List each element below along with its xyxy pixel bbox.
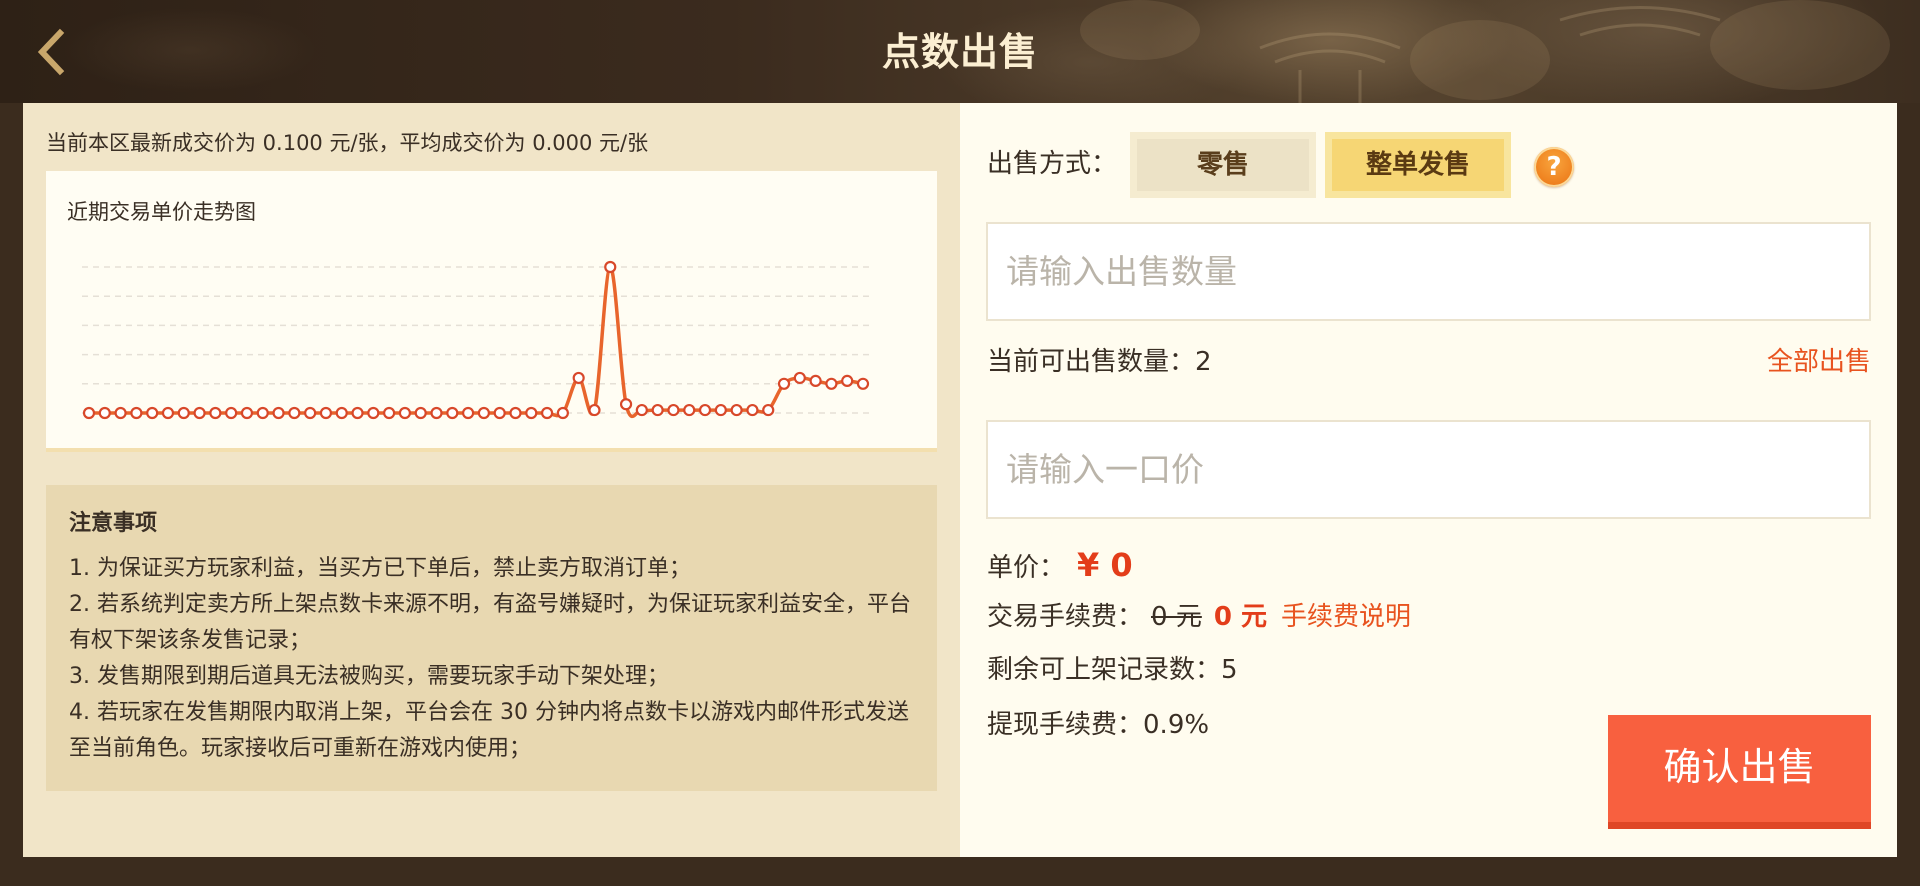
chart-point [146,406,159,420]
chart-point [651,403,664,417]
chart-point [82,406,96,420]
chart-title: 近期交易单价走势图 [67,200,256,224]
chart-point [619,398,633,411]
chart-point [161,406,175,420]
chart-point [746,403,759,417]
retail-method-button[interactable]: 零售 [1130,132,1316,198]
page-title: 点数出售 [881,30,1038,74]
remaining-listings-label: 剩余可上架记录数： [987,655,1222,685]
chart-point [430,406,443,420]
chart-point [193,406,206,420]
bulk-sell-method-button[interactable]: 整单发售 [1325,132,1511,198]
trade-fee-label: 交易手续费： [987,602,1144,632]
chart-point [730,403,743,417]
price-trend-chart: 近期交易单价走势图 [46,171,937,452]
chart-point [256,406,269,420]
unit-price-value: ¥ 0 [1077,546,1133,584]
quantity-input[interactable] [986,222,1871,321]
notice-box: 注意事项 1. 为保证买方玩家利益，当买方已下单后，禁止卖方取消订单； 2. 若… [46,485,937,791]
available-quantity-row: 当前可出售数量：2 [987,342,1212,382]
notice-item: 4. 若玩家在发售期限内取消上架，平台会在 30 分钟内将点数卡以游戏内邮件形式… [69,700,909,761]
chart-point [288,406,301,420]
notice-title: 注意事项 [69,511,158,536]
chart-point [177,406,190,420]
chart-point [777,377,791,390]
chart-point [114,406,127,420]
chart-point [319,406,333,420]
remaining-listings-value: 5 [1221,655,1238,685]
trade-fee-row: 交易手续费： 0 元0 元手续费说明 [987,597,1411,637]
chart-point [556,406,569,420]
chart-point [130,406,143,420]
available-quantity-label: 当前可出售数量： [987,347,1196,377]
chart-point [588,403,601,417]
chart-point [351,406,364,420]
chart-point [446,406,459,420]
chart-point [240,406,254,420]
chart-line [88,265,864,419]
chart-point [335,406,348,420]
chart-point [793,371,806,385]
chart-point [604,260,617,274]
confirm-sell-button[interactable]: 确认出售 [1608,715,1871,829]
sell-form-panel: 出售方式： 零售 整单发售 当前可出售数量：2 全部出售 单价： ¥ 0 交易手续… [960,103,1897,857]
chart-point [367,406,380,420]
price-input[interactable] [986,420,1871,519]
chart-point [414,406,427,420]
withdraw-fee-label: 提现手续费： [987,710,1144,740]
chart-point [540,406,554,420]
remaining-listings-row: 剩余可上架记录数：5 [987,650,1238,690]
chart-point [525,406,538,420]
fee-explanation-link[interactable]: 手续费说明 [1281,602,1411,632]
market-info-panel: 当前本区最新成交价为 0.100 元/张，平均成交价为 0.000 元/张 近期… [23,103,960,857]
chart-point [856,377,870,390]
chart-point [809,374,822,387]
chart-point [825,377,838,390]
price-summary: 当前本区最新成交价为 0.100 元/张，平均成交价为 0.000 元/张 [46,131,649,155]
withdraw-fee-value: 0.9% [1143,710,1210,740]
chart-point [398,406,412,420]
sell-method-label: 出售方式： [987,149,1118,179]
chart-point [462,406,475,420]
top-bar: 点数出售 [0,0,1920,103]
unit-price-row: 单价： ¥ 0 [987,545,1133,585]
chart-point [683,403,696,417]
trade-fee-current: 0 元 [1213,602,1267,632]
chart-point [493,406,506,420]
chart-point [714,403,727,417]
chart-point [225,406,238,420]
sell-all-link[interactable]: 全部出售 [1767,342,1871,382]
chart-point [841,374,854,387]
chart-point [98,406,111,420]
chart-point [272,406,285,420]
withdraw-fee-row: 提现手续费：0.9% [987,705,1209,745]
chart-point [635,403,648,417]
notice-item: 2. 若系统判定卖方所上架点数卡来源不明，有盗号嫌疑时，为保证玩家利益安全，平台… [69,592,911,653]
chart-point [383,406,396,420]
chart-point [304,406,317,420]
question-mark-icon[interactable] [1534,147,1574,187]
available-quantity-value: 2 [1195,347,1212,377]
chart-point [572,371,585,385]
notice-item: 3. 发售期限到期后道具无法被购买，需要玩家手动下架处理； [69,664,669,689]
unit-price-label: 单价： [987,553,1066,583]
chart-point [477,406,490,420]
chart-point [509,406,522,420]
chart-point [209,406,222,420]
chart-point [698,403,712,417]
trade-fee-original: 0 元 [1151,602,1202,632]
notice-item: 1. 为保证买方玩家利益，当买方已下单后，禁止卖方取消订单； [69,556,691,581]
chart-point [667,403,680,417]
chart-point [762,403,775,417]
notice-list: 1. 为保证买方玩家利益，当买方已下单后，禁止卖方取消订单； 2. 若系统判定卖… [69,551,914,767]
